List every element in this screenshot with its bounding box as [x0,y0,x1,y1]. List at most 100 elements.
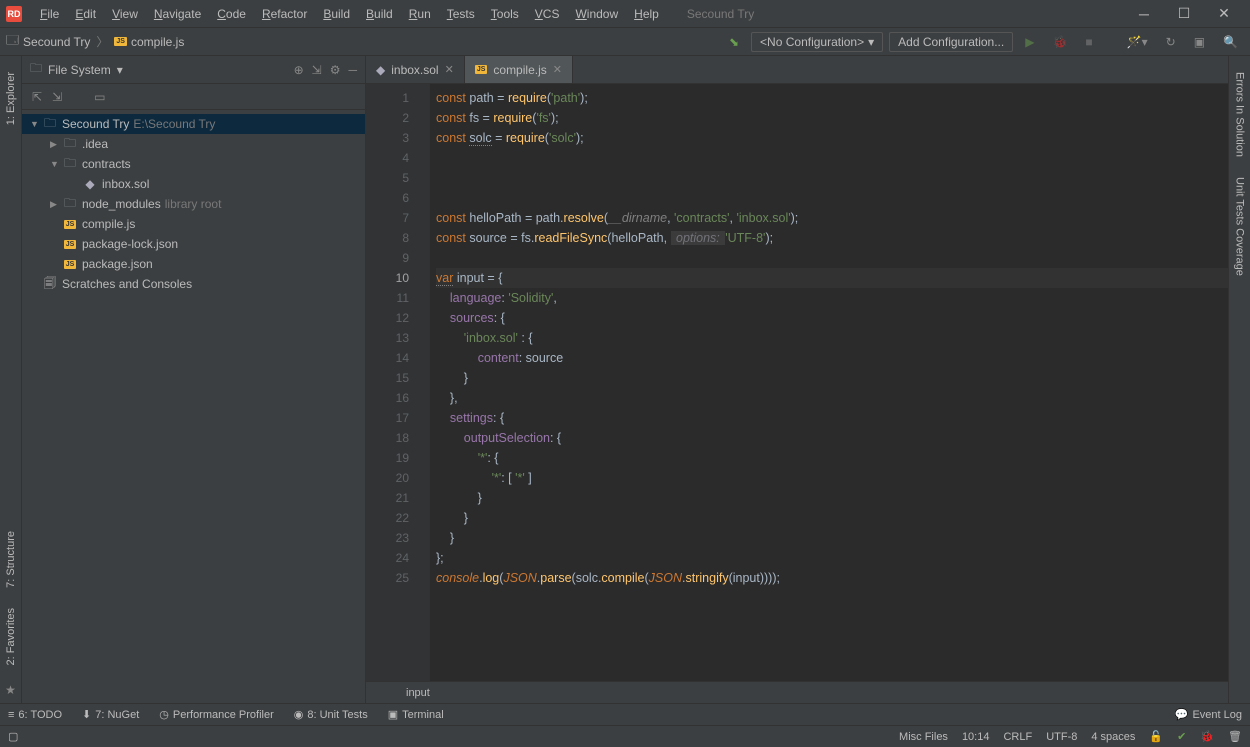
folder-icon: 🗀 [62,134,78,155]
code-editor[interactable]: 1234567891011121314151617181920212223242… [366,84,1228,681]
scratches-icon: 🗐 [42,274,58,295]
nuget-tab[interactable]: ⬇ 7: NuGet [82,708,139,721]
main-menu: FileEditViewNavigateCodeRefactorBuildBui… [32,3,667,25]
breadcrumb-project[interactable]: Secound Try [23,35,90,49]
expand-all-icon[interactable]: ⇲ [52,90,62,104]
add-configuration-button[interactable]: Add Configuration... [889,32,1013,52]
stop-button[interactable]: ■ [1079,33,1098,51]
favorites-tool-tab[interactable]: 2: Favorites [3,600,19,673]
menu-help[interactable]: Help [626,3,667,25]
menu-navigate[interactable]: Navigate [146,3,209,25]
locate-icon[interactable]: ⊕ [294,63,304,77]
explorer-sidebar: 🗀 File System ▾ ⊕ ⇲ ⚙ ─ ⇱ ⇲ ▭ ▼ 🗀 Secoun… [22,56,366,703]
status-misc[interactable]: Misc Files [899,731,948,743]
errors-tool-tab[interactable]: Errors In Solution [1232,64,1248,165]
tree-item[interactable]: ▶🗀node_modules library root [22,194,365,214]
run-config-dropdown[interactable]: <No Configuration> ▾ [751,32,883,52]
sync-icon[interactable]: ↻ [1160,33,1182,51]
memory-icon[interactable]: 🐞 [1200,730,1214,743]
gear-icon[interactable]: ⚙ [330,63,341,77]
close-tab-icon[interactable]: ✕ [445,63,454,76]
coverage-tool-tab[interactable]: Unit Tests Coverage [1232,169,1248,284]
unit-tests-tab[interactable]: ◉ 8: Unit Tests [294,708,368,721]
app-icon: RD [6,6,22,22]
tree-item-label: inbox.sol [102,177,149,191]
layout-icon[interactable]: ▣ [1188,33,1211,51]
menu-refactor[interactable]: Refactor [254,3,315,25]
tree-item[interactable]: ◆inbox.sol [22,174,365,194]
editor-area: ◆inbox.sol✕JScompile.js✕ 123456789101112… [366,56,1228,703]
tree-item[interactable]: JScompile.js [22,214,365,234]
terminal-tab[interactable]: ▣ Terminal [388,708,444,721]
editor-tab[interactable]: JScompile.js✕ [465,56,573,83]
folder-icon: 🗀 [62,194,78,215]
tree-item[interactable]: ▼🗀contracts [22,154,365,174]
star-icon: ★ [5,683,16,697]
preview-icon[interactable]: ▭ [94,90,105,104]
explorer-tool-tab[interactable]: 1: Explorer [3,64,19,133]
maximize-button[interactable]: ☐ [1164,0,1204,28]
menu-tools[interactable]: Tools [483,3,527,25]
js-file-icon: JS [62,260,78,269]
tree-arrow-icon[interactable]: ▶ [50,199,62,210]
tree-item-label: node_modules [82,197,161,211]
menu-run[interactable]: Run [401,3,439,25]
event-log-tab[interactable]: 💬 Event Log [1175,708,1242,721]
folder-icon: 🗀 [30,59,42,80]
menu-window[interactable]: Window [567,3,626,25]
inspect-icon[interactable]: 🪄▾ [1121,33,1154,51]
tree-item[interactable]: JSpackage.json [22,254,365,274]
structure-tool-tab[interactable]: 7: Structure [3,523,19,596]
menu-build[interactable]: Build [358,3,401,25]
sidebar-view-selector[interactable]: 🗀 File System ▾ [30,59,123,80]
menu-code[interactable]: Code [209,3,254,25]
minimize-panel-icon[interactable]: ─ [348,63,357,77]
titlebar: RD FileEditViewNavigateCodeRefactorBuild… [0,0,1250,28]
tree-arrow-icon[interactable]: ▼ [50,159,62,169]
menu-build[interactable]: Build [315,3,358,25]
tree-arrow-icon[interactable]: ▶ [50,139,62,150]
build-icon[interactable]: ⬊ [723,33,745,51]
breadcrumb[interactable]: 🗔 Secound Try 〉 JS compile.js [6,31,184,52]
window-controls: ─ ☐ ✕ [1124,0,1244,28]
menu-vcs[interactable]: VCS [527,3,568,25]
breadcrumb-file[interactable]: compile.js [131,35,184,49]
menu-file[interactable]: File [32,3,67,25]
todo-tab[interactable]: ≡ 6: TODO [8,709,62,721]
inspection-icon[interactable]: ✔ [1177,730,1186,743]
minimize-button[interactable]: ─ [1124,0,1164,28]
line-ending[interactable]: CRLF [1003,731,1032,743]
trash-icon[interactable]: 🗑 [1228,730,1242,743]
cursor-position[interactable]: 10:14 [962,731,990,743]
menu-tests[interactable]: Tests [439,3,483,25]
tree-arrow-icon[interactable]: ▼ [30,119,42,129]
ethereum-icon: ◆ [376,63,385,77]
encoding[interactable]: UTF-8 [1046,731,1077,743]
expand-icon[interactable]: ⇲ [312,63,322,77]
profiler-tab[interactable]: ◷ Performance Profiler [159,708,273,721]
lock-icon[interactable]: 🔓 [1149,730,1163,743]
menu-view[interactable]: View [104,3,146,25]
debug-button[interactable]: 🐞 [1046,33,1073,51]
code-content[interactable]: const path = require('path');const fs = … [430,84,1228,681]
menu-edit[interactable]: Edit [67,3,104,25]
close-tab-icon[interactable]: ✕ [553,63,562,76]
chevron-down-icon: ▾ [868,35,874,49]
tree-item-label: contracts [82,157,131,171]
scratches-node[interactable]: 🗐 Scratches and Consoles [22,274,365,294]
close-button[interactable]: ✕ [1204,0,1244,28]
search-everywhere-icon[interactable]: 🔍 [1217,33,1244,51]
indent-info[interactable]: 4 spaces [1091,731,1135,743]
editor-breadcrumb[interactable]: input [366,681,1228,703]
collapse-icon[interactable]: ⇱ [32,90,42,104]
tree-item[interactable]: JSpackage-lock.json [22,234,365,254]
status-icon[interactable]: ▢ [8,730,18,743]
file-tree[interactable]: ▼ 🗀 Secound Try E:\Secound Try ▶🗀.idea▼🗀… [22,110,365,703]
editor-tabs: ◆inbox.sol✕JScompile.js✕ [366,56,1228,84]
editor-tab[interactable]: ◆inbox.sol✕ [366,56,465,83]
tree-item[interactable]: ▶🗀.idea [22,134,365,154]
status-bar: ▢ Misc Files 10:14 CRLF UTF-8 4 spaces 🔓… [0,725,1250,747]
tree-root[interactable]: ▼ 🗀 Secound Try E:\Secound Try [22,114,365,134]
run-button[interactable]: ▶ [1019,33,1040,51]
line-gutter[interactable]: 1234567891011121314151617181920212223242… [366,84,430,681]
